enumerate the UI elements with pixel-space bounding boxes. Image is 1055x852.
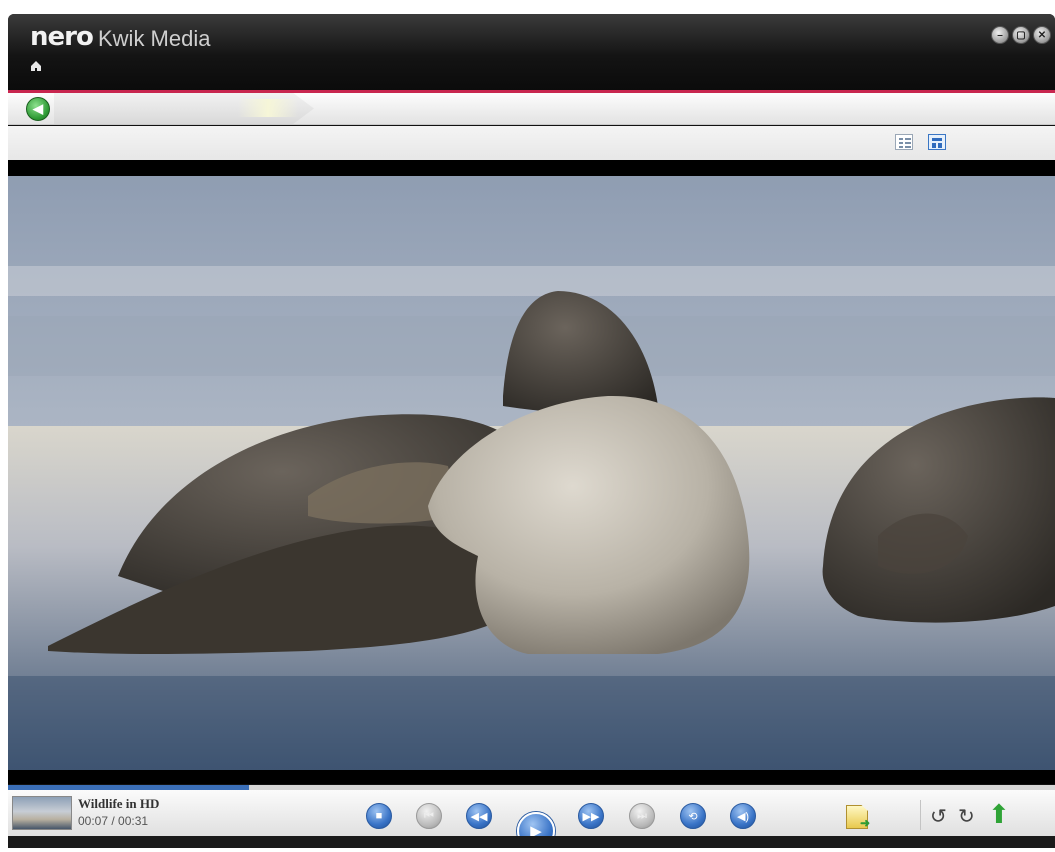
volume-button[interactable]: ◀): [730, 803, 756, 829]
back-button[interactable]: ◀: [26, 97, 50, 121]
bottom-strip: [8, 836, 1055, 848]
window-controls: – ▢ ✕: [991, 26, 1051, 44]
stop-button[interactable]: ■: [366, 803, 392, 829]
nero-logo: nero: [30, 22, 94, 52]
restore-icon[interactable]: ▢: [1012, 26, 1030, 44]
app-window: nero Kwik Media – ▢ ✕ ◀ Wildlife in HD 0…: [8, 14, 1055, 848]
video-player[interactable]: [8, 176, 1055, 770]
fast-forward-button[interactable]: ▶▶: [578, 803, 604, 829]
previous-button[interactable]: ⏮: [416, 803, 442, 829]
rewind-button[interactable]: ◀◀: [466, 803, 492, 829]
back-arrow-icon: ◀: [33, 101, 43, 116]
minimize-icon[interactable]: –: [991, 26, 1009, 44]
view-toolbar: [8, 126, 1055, 160]
playback-time: 00:07 / 00:31: [78, 814, 149, 828]
breadcrumb-highlight: [238, 99, 298, 117]
stop-icon: ■: [375, 810, 383, 822]
volume-icon: ◀): [736, 810, 750, 823]
media-title: Wildlife in HD: [78, 796, 160, 811]
fast-forward-icon: ▶▶: [582, 810, 600, 823]
video-frame: [8, 160, 1055, 784]
skip-back-icon: ⏮: [424, 809, 434, 822]
list-view-icon[interactable]: [895, 134, 913, 150]
app-title: Kwik Media: [98, 26, 211, 51]
rewind-icon: ◀◀: [470, 810, 488, 823]
skip-forward-icon: ⏭: [637, 809, 647, 822]
title-bar: nero Kwik Media – ▢ ✕: [8, 14, 1055, 90]
media-thumbnail: [12, 796, 72, 830]
navigation-bar: ◀: [8, 93, 1055, 125]
video-frame-image: [8, 176, 1055, 770]
next-button[interactable]: ⏭: [629, 803, 655, 829]
toolbar-separator: [920, 800, 921, 830]
add-arrow-icon: ➜: [860, 816, 871, 830]
upload-icon[interactable]: ⬆: [988, 802, 1010, 828]
thumbnail-view-icon[interactable]: [928, 134, 946, 150]
rotate-right-icon[interactable]: ↻: [958, 804, 975, 828]
repeat-icon: ⟲: [688, 810, 698, 823]
repeat-button[interactable]: ⟲: [680, 803, 706, 829]
close-icon[interactable]: ✕: [1033, 26, 1051, 44]
player-controls: Wildlife in HD 00:07 / 00:31 ■ ⏮ ◀◀ ▶ ▶▶…: [8, 790, 1055, 848]
home-icon[interactable]: [30, 60, 42, 72]
rotate-left-icon[interactable]: ↺: [930, 804, 947, 828]
